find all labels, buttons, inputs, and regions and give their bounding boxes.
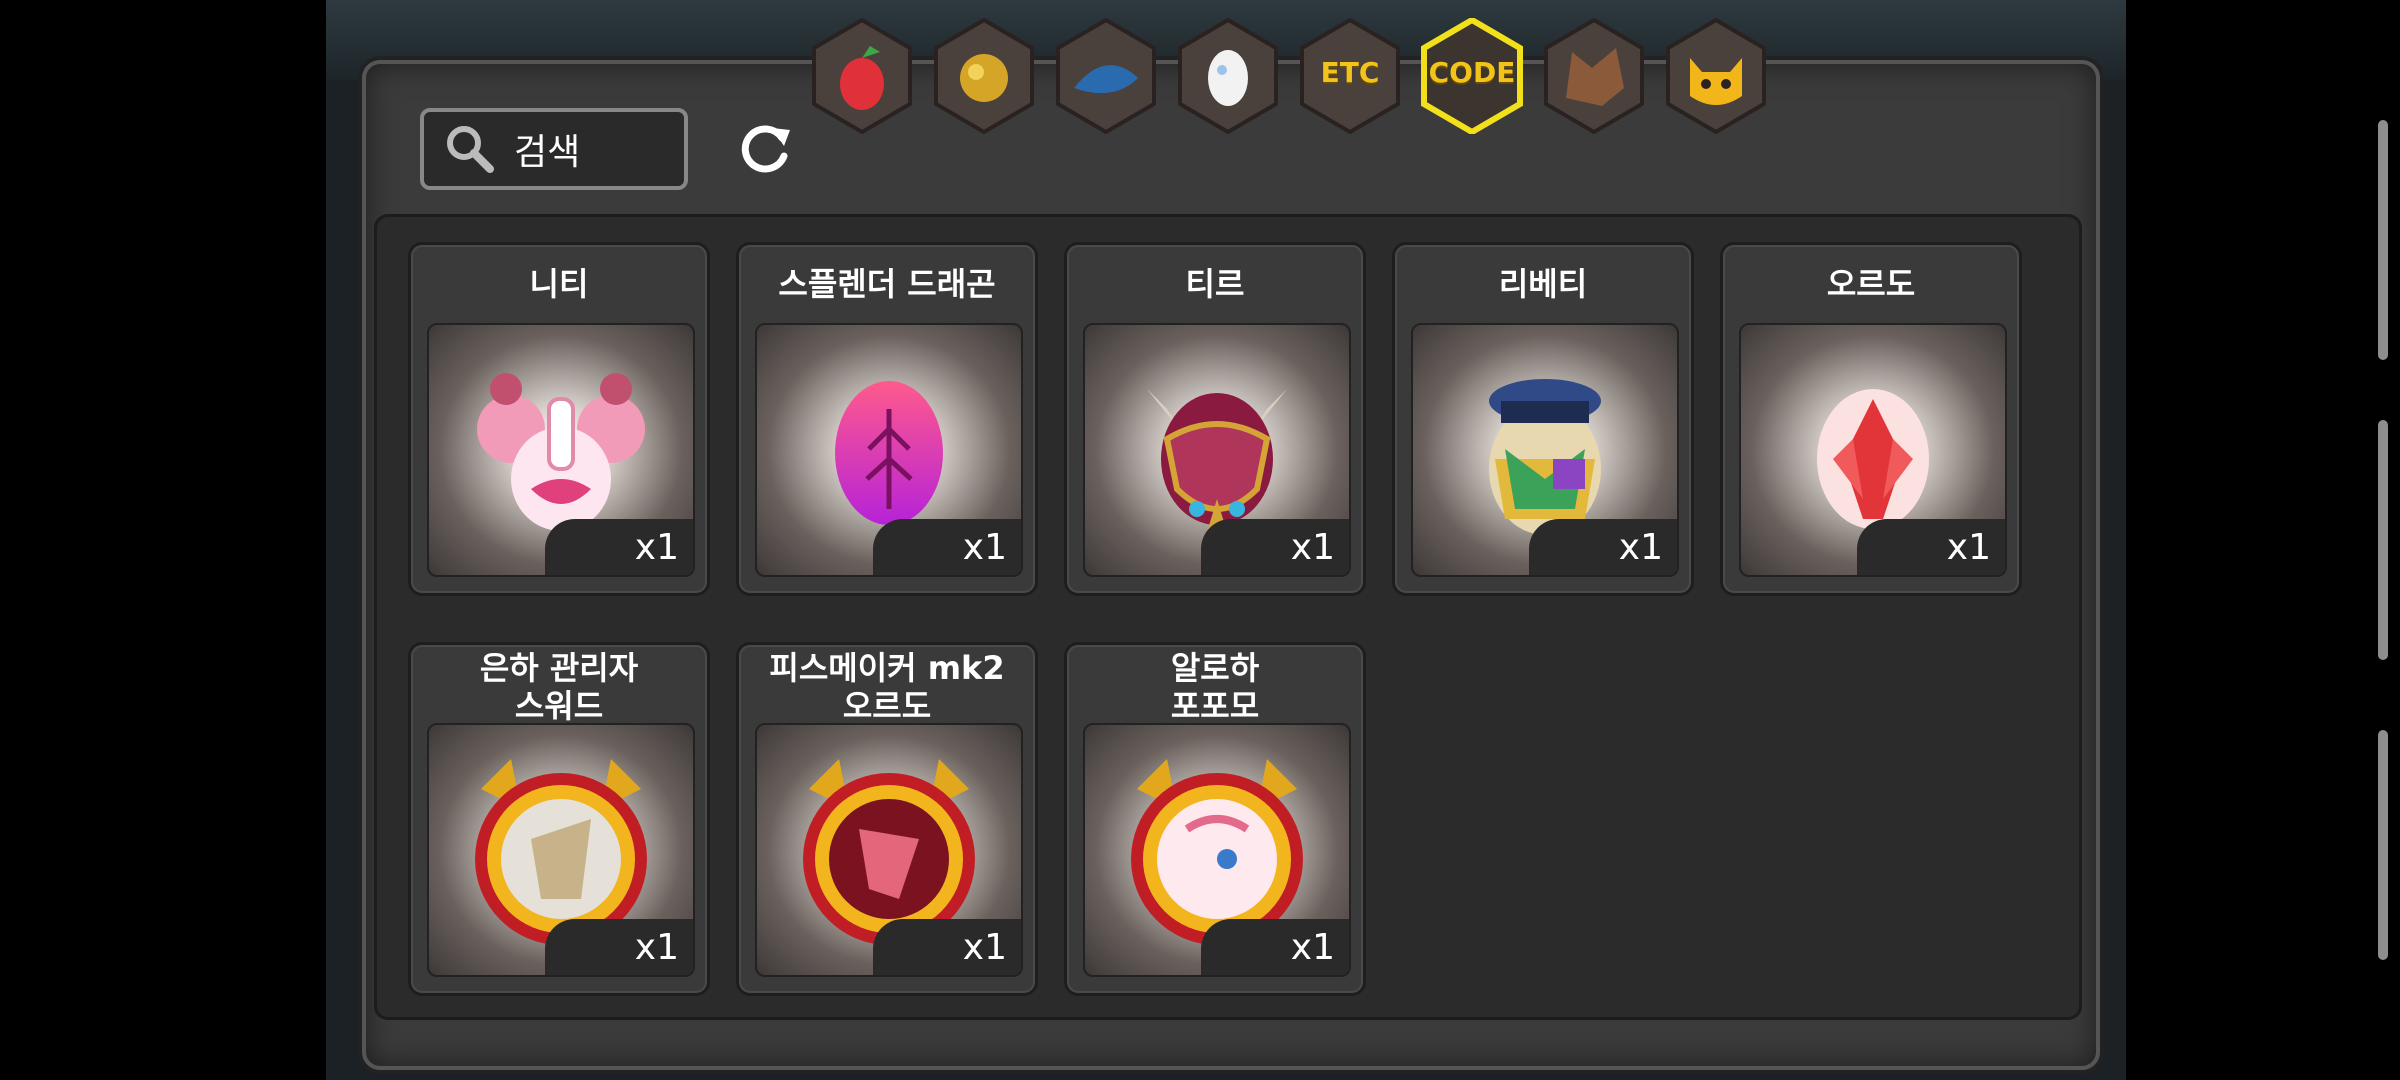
item-count: x1: [545, 519, 693, 575]
tab-wolf[interactable]: [1542, 17, 1646, 135]
item-count: x1: [1529, 519, 1677, 575]
item-name: 알로하 포포모: [1170, 649, 1260, 725]
tab-cat-mask[interactable]: [1664, 17, 1768, 135]
item-slot: x1: [755, 723, 1023, 977]
item-name: 스플렌더 드래곤: [778, 265, 996, 303]
tab-gold-ore[interactable]: [932, 17, 1036, 135]
item-card-splendor-dragon[interactable]: 스플렌더 드래곤 x1: [736, 242, 1038, 596]
gold-ore-icon: [934, 17, 1034, 135]
item-grid: 니티 x1 스플렌더 드래곤 x1 티르 x1 리베티 x1 오르도 x1 은하…: [374, 214, 2082, 1020]
item-slot: x1: [1411, 323, 1679, 577]
item-slot: x1: [1083, 723, 1351, 977]
item-card-ordo[interactable]: 오르도 x1: [1720, 242, 2022, 596]
tab-label: CODE: [1428, 56, 1516, 89]
item-count: x1: [1201, 519, 1349, 575]
tab-blue-scale[interactable]: [1054, 17, 1158, 135]
item-slot: x1: [755, 323, 1023, 577]
item-card-peacemaker-ordo[interactable]: 피스메이커 mk2 오르도 x1: [736, 642, 1038, 996]
fruit-icon: [812, 17, 912, 135]
scrollbar[interactable]: [2378, 730, 2388, 960]
search-icon: [447, 126, 494, 173]
tab-etc[interactable]: ETC: [1298, 17, 1402, 135]
item-count: x1: [545, 919, 693, 975]
tab-fruit[interactable]: [810, 17, 914, 135]
search-placeholder: 검색: [514, 132, 581, 173]
scrollbar[interactable]: [2378, 120, 2388, 360]
blue-scale-icon: [1056, 17, 1156, 135]
item-name: 은하 관리자 스워드: [479, 649, 639, 725]
game-screen: 검색 니티 x1 스플렌더 드래곤 x1 티르 x1 리베티 x1 오르도 x1…: [326, 0, 2126, 1080]
item-name: 리베티: [1498, 265, 1588, 303]
item-card-aloha-popomo[interactable]: 알로하 포포모 x1: [1064, 642, 1366, 996]
item-slot: x1: [1739, 323, 2007, 577]
tab-egg[interactable]: [1176, 17, 1280, 135]
item-slot: x1: [427, 323, 695, 577]
cat-mask-icon: [1666, 17, 1766, 135]
refresh-icon: [741, 125, 790, 173]
item-card-galaxy-manager-sword[interactable]: 은하 관리자 스워드 x1: [408, 642, 710, 996]
item-card-niti[interactable]: 니티 x1: [408, 242, 710, 596]
refresh-button[interactable]: [734, 118, 796, 180]
item-name: 니티: [529, 265, 589, 303]
item-name: 티르: [1185, 265, 1245, 303]
tab-code[interactable]: CODE: [1420, 16, 1524, 136]
item-card-tir[interactable]: 티르 x1: [1064, 242, 1366, 596]
item-card-liberty[interactable]: 리베티 x1: [1392, 242, 1694, 596]
item-name: 오르도: [1826, 265, 1916, 303]
inventory-panel: 검색 니티 x1 스플렌더 드래곤 x1 티르 x1 리베티 x1 오르도 x1…: [362, 60, 2100, 1070]
scrollbar[interactable]: [2378, 420, 2388, 660]
item-slot: x1: [1083, 323, 1351, 577]
item-count: x1: [1201, 919, 1349, 975]
item-count: x1: [1857, 519, 2005, 575]
tab-label: ETC: [1320, 56, 1380, 89]
search-input[interactable]: 검색: [420, 108, 688, 190]
egg-icon: [1178, 17, 1278, 135]
wolf-icon: [1544, 17, 1644, 135]
item-name: 피스메이커 mk2 오르도: [769, 649, 1005, 725]
item-count: x1: [873, 919, 1021, 975]
item-slot: x1: [427, 723, 695, 977]
item-count: x1: [873, 519, 1021, 575]
